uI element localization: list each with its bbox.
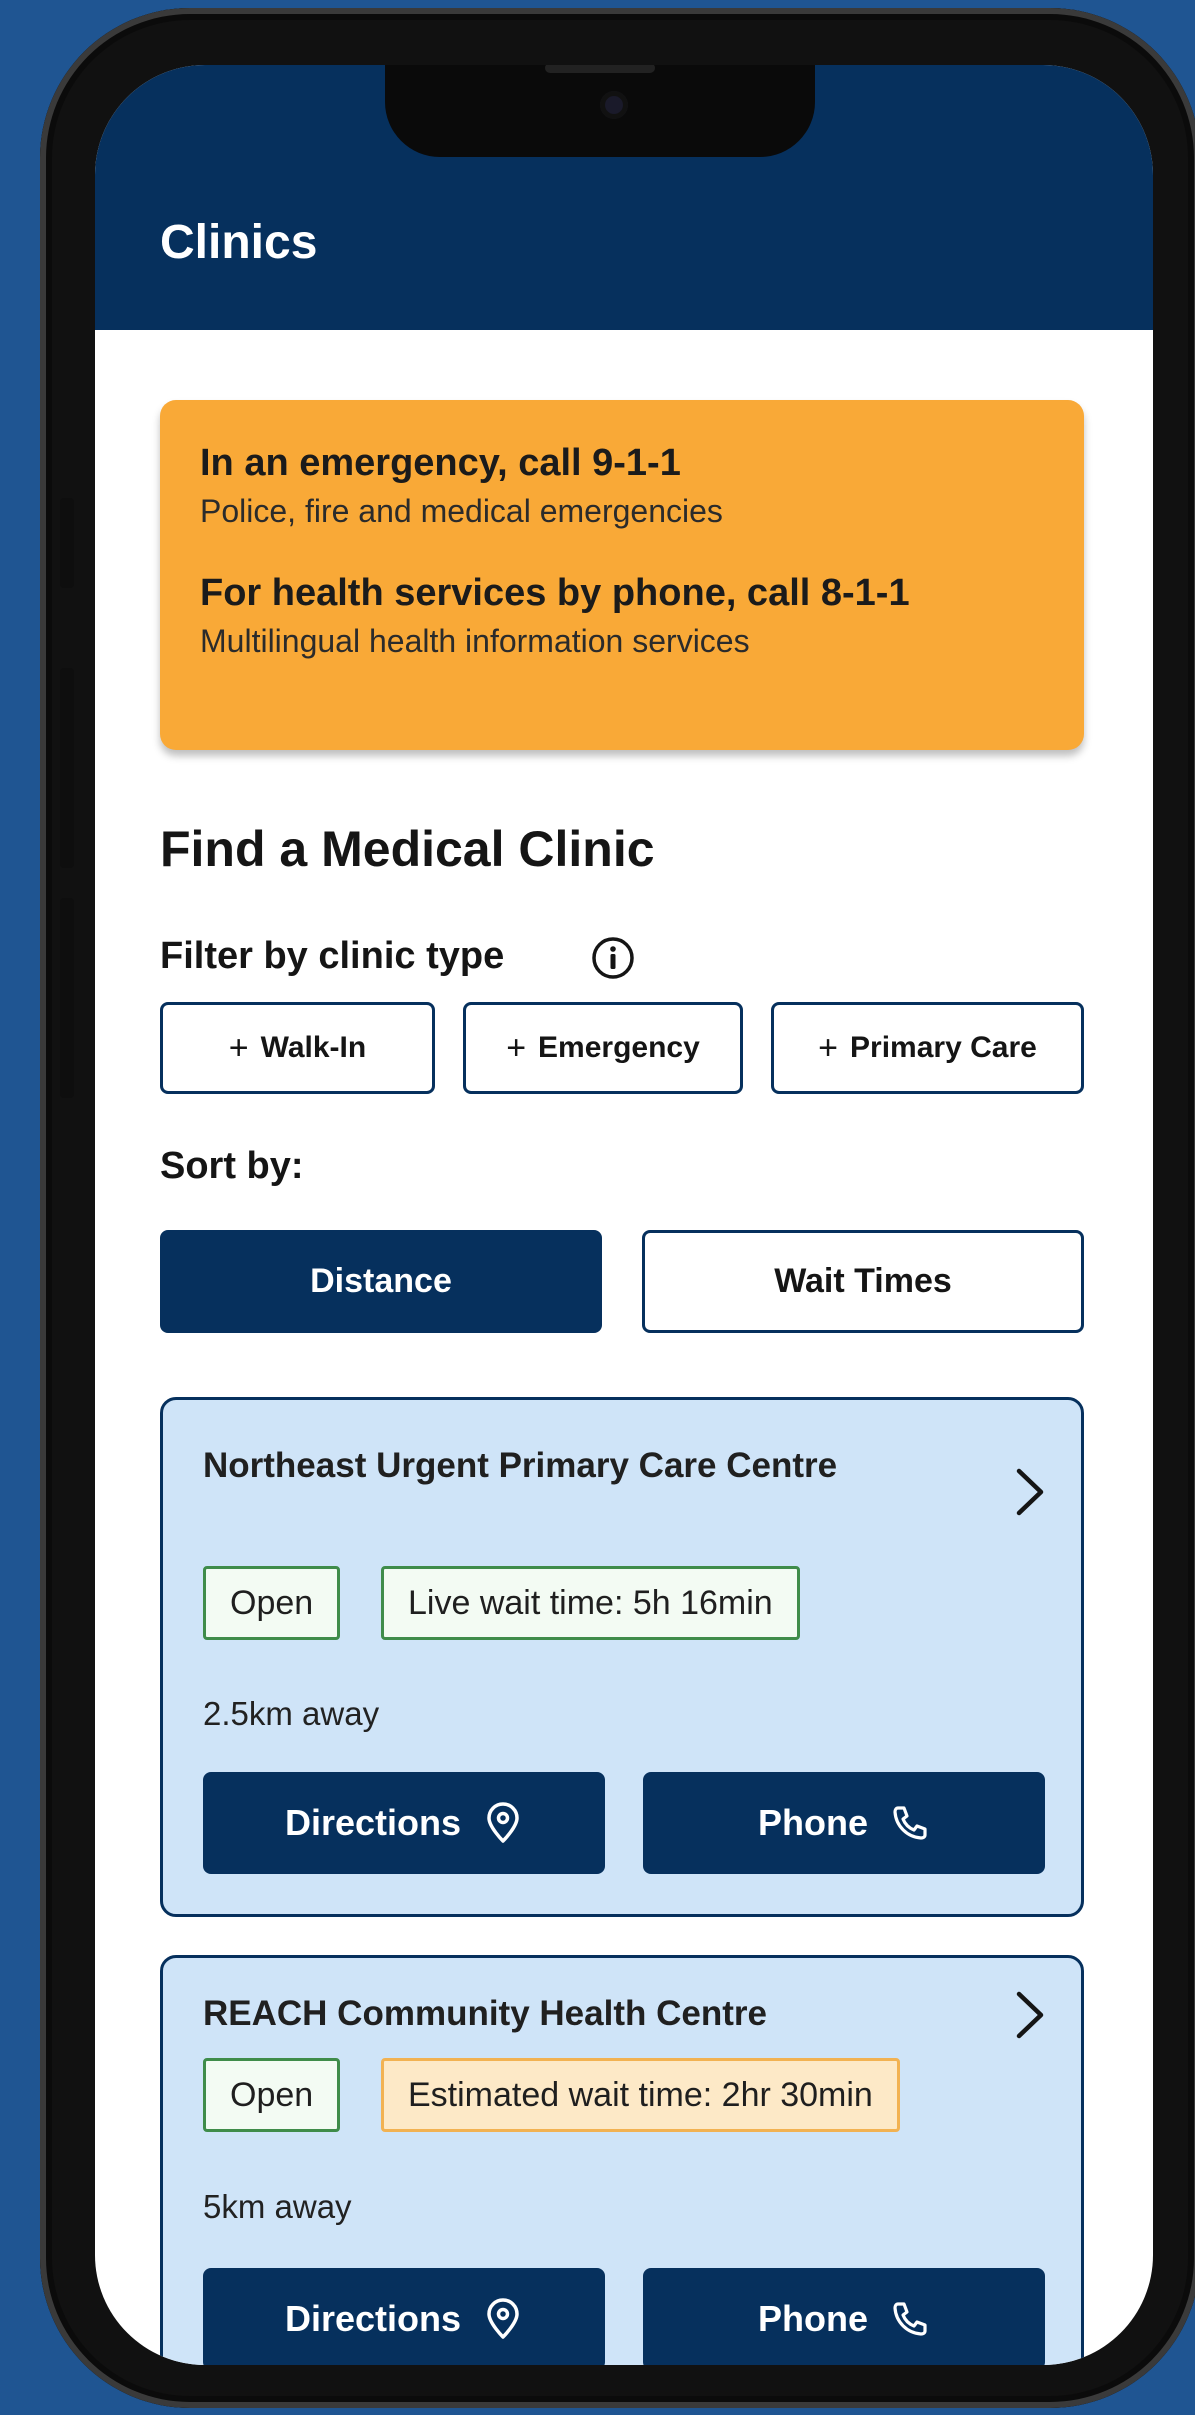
clinic-name: Northeast Urgent Primary Care Centre bbox=[203, 1446, 838, 1485]
app-bar: Clinics bbox=[95, 65, 1153, 330]
status-badge: Open bbox=[203, 2058, 341, 2132]
filter-chip-emergency[interactable]: + Emergency bbox=[463, 1002, 743, 1094]
notch bbox=[385, 65, 815, 157]
filter-chip-walk-in[interactable]: + Walk-In bbox=[160, 1002, 435, 1094]
speaker-grille bbox=[545, 65, 655, 73]
wait-time-badge: Live wait time: 5h 16min bbox=[381, 1566, 800, 1640]
clinic-card[interactable]: REACH Community Health Centre Open Estim… bbox=[160, 1955, 1084, 2365]
alert-health-title: For health services by phone, call 8-1-1 bbox=[200, 572, 910, 614]
sort-distance-button[interactable]: Distance bbox=[160, 1230, 602, 1333]
wait-time-badge: Estimated wait time: 2hr 30min bbox=[381, 2058, 900, 2132]
status-badge: Open bbox=[203, 1566, 341, 1640]
filter-chip-label: Walk-In bbox=[260, 1031, 367, 1064]
filter-chip-label: Primary Care bbox=[850, 1031, 1037, 1064]
clinic-card[interactable]: Northeast Urgent Primary Care Centre Ope… bbox=[160, 1397, 1084, 1917]
sort-wait-times-button[interactable]: Wait Times bbox=[642, 1230, 1084, 1333]
phone-icon bbox=[893, 1806, 927, 1840]
filter-label: Filter by clinic type bbox=[160, 935, 505, 977]
directions-button[interactable]: Directions bbox=[203, 1772, 605, 1874]
alert-emergency-title: In an emergency, call 9-1-1 bbox=[200, 442, 681, 484]
phone-button[interactable]: Phone bbox=[643, 1772, 1045, 1874]
phone-label: Phone bbox=[757, 1802, 868, 1843]
phone-button[interactable]: Phone bbox=[643, 2268, 1045, 2365]
sort-label: Sort by: bbox=[160, 1145, 304, 1187]
filter-chip-label: Emergency bbox=[538, 1031, 700, 1064]
alert-health-sub: Multilingual health information services bbox=[200, 623, 750, 659]
phone-screen: Clinics In an emergency, call 9-1-1 Poli… bbox=[95, 65, 1153, 2365]
chevron-right-icon[interactable] bbox=[1013, 1988, 1047, 2042]
clinic-name: REACH Community Health Centre bbox=[203, 1994, 767, 2033]
directions-button[interactable]: Directions bbox=[203, 2268, 605, 2365]
section-title: Find a Medical Clinic bbox=[160, 821, 655, 877]
phone-label: Phone bbox=[757, 2298, 868, 2339]
phone-side-button bbox=[60, 498, 74, 588]
directions-label: Directions bbox=[284, 1802, 462, 1843]
camera-icon bbox=[600, 91, 628, 119]
emergency-alert: In an emergency, call 9-1-1 Police, fire… bbox=[160, 400, 1084, 750]
clinic-distance: 5km away bbox=[203, 2188, 352, 2225]
directions-label: Directions bbox=[284, 2298, 462, 2339]
page-title: Clinics bbox=[160, 216, 318, 269]
phone-side-button bbox=[60, 668, 74, 868]
location-pin-icon bbox=[487, 1802, 519, 1843]
location-pin-icon bbox=[487, 2298, 519, 2339]
chevron-right-icon[interactable] bbox=[1013, 1465, 1047, 1519]
plus-icon: + bbox=[506, 1028, 527, 1067]
info-icon[interactable] bbox=[590, 935, 636, 981]
plus-icon: + bbox=[818, 1028, 839, 1067]
clinic-distance: 2.5km away bbox=[203, 1695, 380, 1732]
phone-side-button bbox=[60, 898, 74, 1098]
plus-icon: + bbox=[228, 1028, 249, 1067]
filter-chip-primary-care[interactable]: + Primary Care bbox=[771, 1002, 1084, 1094]
phone-icon bbox=[893, 2302, 927, 2336]
alert-emergency-sub: Police, fire and medical emergencies bbox=[200, 493, 723, 529]
